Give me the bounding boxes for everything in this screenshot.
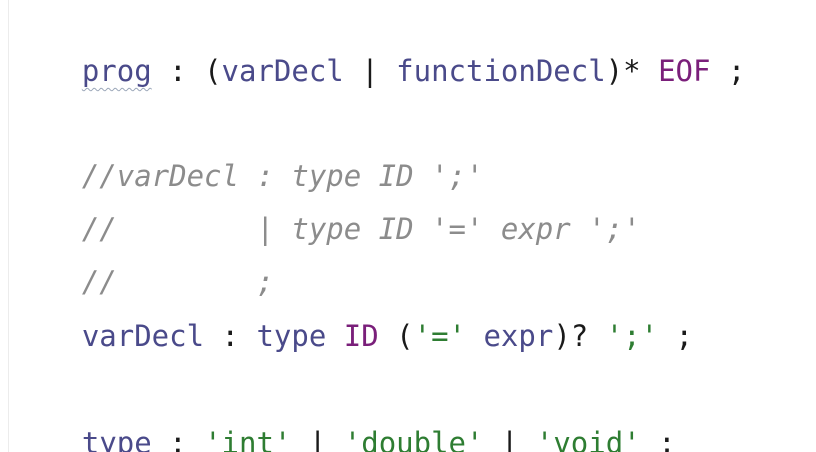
code-line-prog[interactable]: prog : (varDecl | functionDecl)* EOF ; [12, 11, 746, 88]
rule-ref-token: expr [483, 319, 554, 353]
optional-token: )? [553, 319, 606, 353]
colon-token: : [204, 319, 257, 353]
code-line-comment-1[interactable]: //varDecl : type ID ';' [12, 116, 484, 193]
paren-token: ( [378, 319, 414, 353]
code-line-type[interactable]: type : 'int' | 'double' | 'void' ; [12, 383, 676, 452]
alt-token: | [483, 426, 536, 452]
colon-token: : [151, 54, 205, 88]
code-line-comment-2[interactable]: // | type ID '=' expr ';' [12, 169, 641, 246]
rule-ref-token: varDecl [221, 54, 344, 88]
semicolon-token: ; [658, 319, 694, 353]
rule-name-token: type [81, 426, 152, 452]
rule-ref-token: functionDecl [396, 54, 606, 88]
code-line-comment-3[interactable]: // ; [12, 222, 274, 299]
rule-name-token: varDecl [81, 319, 205, 353]
string-literal-token: 'double' [343, 426, 484, 452]
lexer-token: EOF [658, 54, 711, 88]
string-literal-token: ';' [605, 319, 659, 353]
string-literal-token: 'void' [535, 426, 641, 452]
semicolon-token: ; [640, 426, 676, 452]
rule-name-token: prog [81, 54, 152, 88]
string-literal-token: 'int' [204, 426, 292, 452]
code-editor[interactable]: prog : (varDecl | functionDecl)* EOF ; /… [0, 0, 816, 452]
colon-token: : [151, 426, 205, 452]
gutter-divider [8, 0, 9, 452]
lexer-token: ID [343, 319, 379, 353]
alt-token: | [343, 54, 397, 88]
paren-token: ( [204, 54, 222, 88]
code-line-vardecl[interactable]: varDecl : type ID ('=' expr)? ';' ; [12, 276, 693, 353]
semicolon-token: ; [710, 54, 746, 88]
closure-token: )* [605, 54, 641, 88]
rule-ref-token: type [256, 319, 327, 353]
alt-token: | [291, 426, 344, 452]
string-literal-token: '=' [413, 319, 466, 353]
